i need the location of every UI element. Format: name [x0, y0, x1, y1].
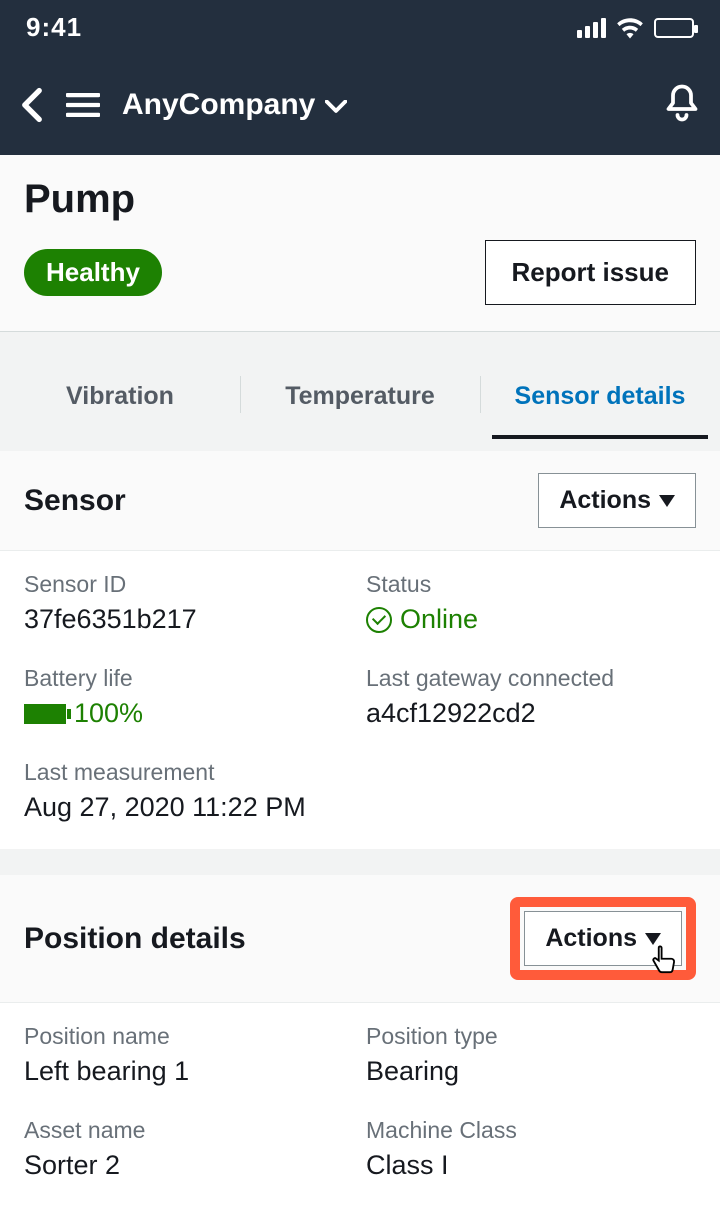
asset-name-label: Asset name	[24, 1117, 354, 1144]
notifications-button[interactable]	[664, 83, 700, 128]
tab-vibration[interactable]: Vibration	[0, 350, 240, 439]
battery-level-icon	[24, 704, 66, 724]
machine-class-value: Class I	[366, 1150, 696, 1181]
tab-sensor-details[interactable]: Sensor details	[480, 350, 720, 439]
company-selector[interactable]: AnyCompany	[122, 88, 347, 122]
bell-icon	[664, 83, 700, 123]
status-badge: Healthy	[24, 249, 162, 296]
position-type-label: Position type	[366, 1023, 696, 1050]
chevron-down-icon	[325, 100, 347, 114]
sensor-status-label: Status	[366, 571, 696, 598]
sensor-id-value: 37fe6351b217	[24, 604, 354, 635]
asset-name-field: Asset name Sorter 2	[24, 1117, 354, 1181]
position-type-value: Bearing	[366, 1056, 696, 1087]
wifi-icon	[616, 17, 644, 39]
caret-down-icon	[645, 933, 661, 945]
battery-value: 100%	[24, 698, 354, 729]
menu-button[interactable]	[66, 91, 100, 119]
sensor-panel: Sensor Actions Sensor ID 37fe6351b217 St…	[0, 451, 720, 849]
sensor-id-label: Sensor ID	[24, 571, 354, 598]
tab-temperature[interactable]: Temperature	[240, 350, 480, 439]
company-name: AnyCompany	[122, 88, 315, 122]
gateway-field: Last gateway connected a4cf12922cd2	[366, 665, 696, 729]
sensor-status-field: Status Online	[366, 571, 696, 635]
status-time: 9:41	[26, 12, 82, 43]
machine-class-field: Machine Class Class I	[366, 1117, 696, 1181]
tab-strip: Vibration Temperature Sensor details	[0, 350, 720, 439]
battery-field: Battery life 100%	[24, 665, 354, 729]
sensor-actions-label: Actions	[559, 486, 651, 515]
battery-icon	[654, 18, 694, 38]
position-panel: Position details Actions Position name L…	[0, 875, 720, 1207]
machine-class-label: Machine Class	[366, 1117, 696, 1144]
sensor-actions-button[interactable]: Actions	[538, 473, 696, 528]
position-actions-highlight: Actions	[510, 897, 696, 980]
sensor-panel-header: Sensor Actions	[0, 451, 720, 551]
status-icons	[577, 17, 694, 39]
position-actions-label: Actions	[545, 924, 637, 953]
gateway-label: Last gateway connected	[366, 665, 696, 692]
last-measurement-value: Aug 27, 2020 11:22 PM	[24, 792, 696, 823]
position-type-field: Position type Bearing	[366, 1023, 696, 1087]
last-measurement-field: Last measurement Aug 27, 2020 11:22 PM	[24, 759, 696, 823]
gateway-value: a4cf12922cd2	[366, 698, 696, 729]
position-panel-title: Position details	[24, 922, 246, 956]
report-issue-button[interactable]: Report issue	[485, 240, 697, 305]
position-name-label: Position name	[24, 1023, 354, 1050]
check-circle-icon	[366, 607, 392, 633]
sensor-id-field: Sensor ID 37fe6351b217	[24, 571, 354, 635]
sensor-panel-title: Sensor	[24, 484, 126, 518]
position-name-field: Position name Left bearing 1	[24, 1023, 354, 1087]
sensor-status-value: Online	[366, 604, 696, 635]
nav-bar: AnyCompany	[0, 55, 720, 155]
status-bar: 9:41	[0, 0, 720, 55]
last-measurement-label: Last measurement	[24, 759, 696, 786]
cellular-icon	[577, 18, 606, 38]
position-name-value: Left bearing 1	[24, 1056, 354, 1087]
position-panel-header: Position details Actions	[0, 875, 720, 1003]
cursor-pointer-icon	[648, 945, 678, 984]
battery-label: Battery life	[24, 665, 354, 692]
back-button[interactable]	[20, 87, 44, 123]
caret-down-icon	[659, 495, 675, 507]
page-title: Pump	[24, 177, 696, 222]
asset-name-value: Sorter 2	[24, 1150, 354, 1181]
page-header: Pump Healthy Report issue	[0, 155, 720, 332]
